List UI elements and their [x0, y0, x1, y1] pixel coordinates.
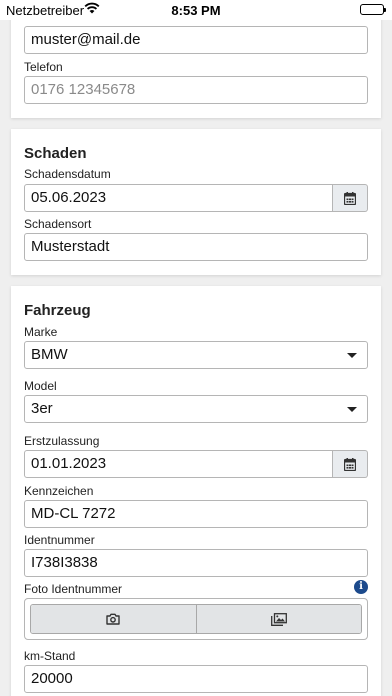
mileage-field[interactable]: 20000 — [24, 665, 368, 693]
brand-select[interactable]: BMW — [24, 341, 368, 369]
fahrzeug-title: Fahrzeug — [24, 302, 91, 319]
camera-icon — [106, 613, 120, 625]
caret-down-icon — [347, 353, 357, 358]
fahrzeug-card: Fahrzeug Marke BMW Model 3er Erstzulassu… — [11, 286, 381, 696]
vin-label: Identnummer — [24, 533, 95, 547]
mileage-label: km-Stand — [24, 649, 76, 663]
registration-calendar-button[interactable] — [333, 450, 368, 478]
schaden-title: Schaden — [24, 145, 87, 162]
damage-date-label: Schadensdatum — [24, 167, 111, 181]
damage-place-field[interactable]: Musterstadt — [24, 233, 368, 261]
registration-label: Erstzulassung — [24, 434, 100, 448]
photo-vin-label: Foto Identnummer — [24, 582, 123, 596]
take-photo-button[interactable] — [31, 605, 196, 633]
model-label: Model — [24, 379, 57, 393]
info-icon[interactable]: i — [354, 580, 368, 594]
caret-down-icon — [347, 407, 357, 412]
status-bar: Netzbetreiber 8:53 PM — [0, 0, 392, 20]
phone-label: Telefon — [24, 60, 63, 74]
calendar-icon — [344, 191, 356, 205]
gallery-icon — [270, 612, 287, 626]
model-value: 3er — [31, 400, 53, 417]
registration-date-field[interactable]: 01.01.2023 — [24, 450, 333, 478]
damage-place-label: Schadensort — [24, 217, 92, 231]
plate-field[interactable]: MD-CL 7272 — [24, 500, 368, 528]
choose-from-gallery-button[interactable] — [195, 605, 361, 633]
schaden-card: Schaden Schadensdatum 05.06.2023 Schaden… — [11, 129, 381, 275]
plate-label: Kennzeichen — [24, 484, 94, 498]
damage-date-field[interactable]: 05.06.2023 — [24, 184, 333, 212]
brand-value: BMW — [31, 346, 68, 363]
email-field[interactable]: muster@mail.de — [24, 26, 368, 54]
battery-icon — [360, 4, 386, 15]
phone-field[interactable]: 0176 12345678 — [24, 76, 368, 104]
photo-button-group — [24, 598, 368, 640]
brand-label: Marke — [24, 325, 58, 339]
damage-date-calendar-button[interactable] — [333, 184, 368, 212]
vin-field[interactable]: I738I3838 — [24, 549, 368, 577]
clock: 8:53 PM — [171, 3, 221, 18]
calendar-icon — [344, 457, 356, 471]
model-select[interactable]: 3er — [24, 395, 368, 423]
